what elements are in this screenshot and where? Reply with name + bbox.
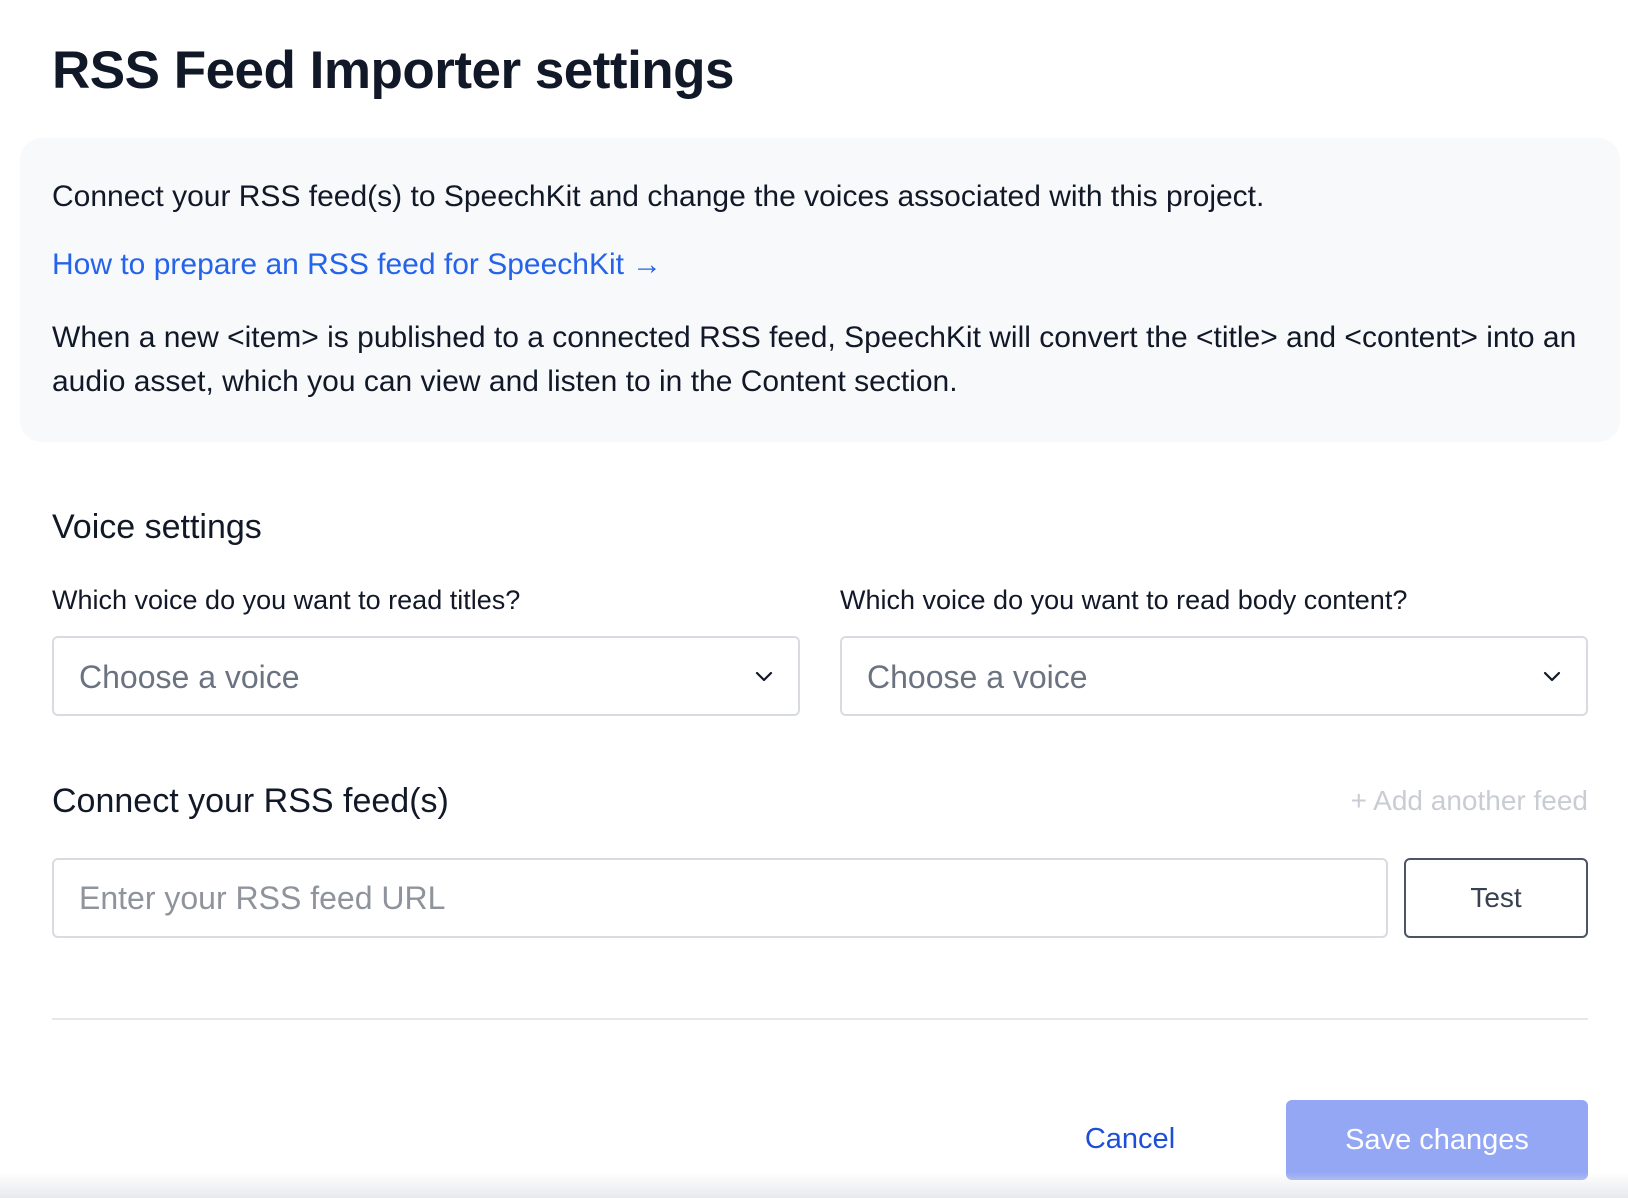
rss-guide-link-label: How to prepare an RSS feed for SpeechKit	[52, 248, 624, 281]
chevron-down-icon	[1543, 671, 1561, 682]
rss-importer-settings-page: RSS Feed Importer settings Connect your …	[0, 0, 1628, 1198]
title-voice-select[interactable]: Choose a voice	[52, 636, 800, 716]
save-changes-button[interactable]: Save changes	[1286, 1100, 1588, 1180]
footer-divider	[52, 1018, 1588, 1020]
arrow-right-icon: →	[632, 248, 662, 281]
test-feed-button[interactable]: Test	[1404, 858, 1588, 938]
cancel-button[interactable]: Cancel	[1060, 1100, 1200, 1178]
body-voice-select-value: Choose a voice	[867, 659, 1088, 695]
info-description-text: When a new <item> is published to a conn…	[52, 321, 1577, 398]
body-voice-label: Which voice do you want to read body con…	[840, 585, 1408, 615]
chevron-down-icon	[755, 671, 773, 682]
voice-settings-heading: Voice settings	[52, 508, 262, 546]
page-title: RSS Feed Importer settings	[52, 41, 735, 100]
rss-feed-url-input[interactable]	[52, 858, 1388, 938]
title-voice-label: Which voice do you want to read titles?	[52, 585, 521, 615]
title-voice-select-value: Choose a voice	[79, 659, 300, 695]
info-panel: Connect your RSS feed(s) to SpeechKit an…	[20, 138, 1620, 442]
rss-guide-link[interactable]: How to prepare an RSS feed for SpeechKit…	[52, 248, 662, 282]
body-voice-select[interactable]: Choose a voice	[840, 636, 1588, 716]
info-intro-text: Connect your RSS feed(s) to SpeechKit an…	[52, 180, 1265, 213]
connect-feeds-heading: Connect your RSS feed(s)	[52, 782, 449, 820]
add-another-feed-button[interactable]: + Add another feed	[1351, 785, 1588, 817]
